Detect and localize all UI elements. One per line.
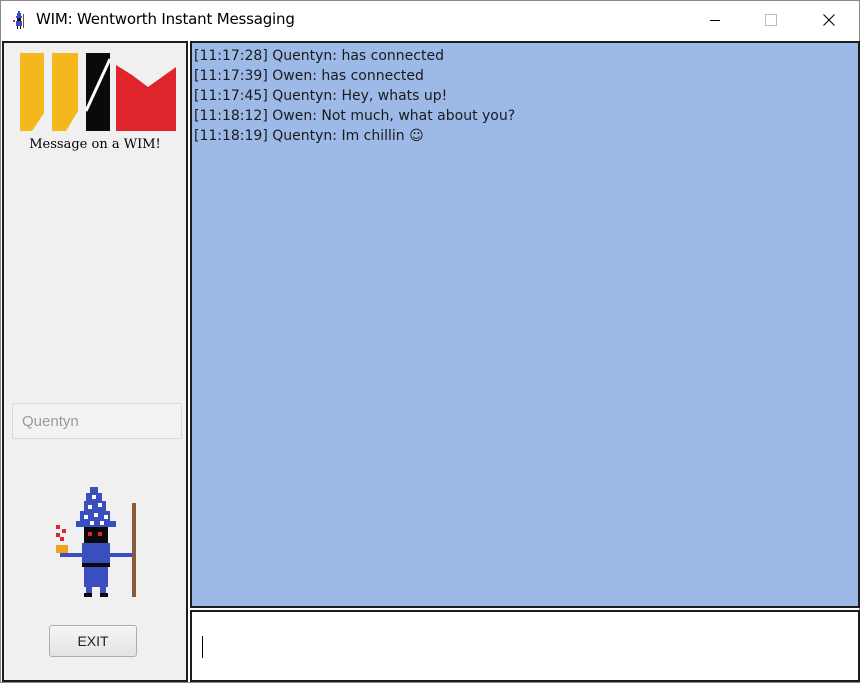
wizard-icon [56, 487, 136, 597]
title-bar[interactable]: WIM: Wentworth Instant Messaging [1, 1, 859, 39]
chat-message: [11:17:45] Quentyn: Hey, whats up! [194, 88, 448, 104]
sidebar-panel: Message on a WIM! Quentyn EXIT [2, 41, 188, 682]
tagline: Message on a WIM! [29, 137, 161, 152]
maximize-icon [765, 14, 777, 26]
window-title: WIM: Wentworth Instant Messaging [36, 10, 295, 28]
chat-message: [11:18:12] Owen: Not much, what about yo… [194, 108, 516, 124]
chat-log[interactable]: [11:17:28] Quentyn: has connected [11:17… [190, 41, 860, 608]
app-window: WIM: Wentworth Instant Messaging Message… [0, 0, 860, 683]
minimize-button[interactable] [686, 1, 744, 39]
wizard-app-icon [13, 11, 24, 29]
chat-message: [11:17:39] Owen: has connected [194, 68, 424, 84]
minimize-icon [710, 20, 720, 21]
exit-button[interactable]: EXIT [49, 625, 137, 657]
text-caret [202, 636, 203, 658]
close-button[interactable] [800, 1, 858, 39]
chat-message: [11:17:28] Quentyn: has connected [194, 48, 444, 64]
username-field[interactable]: Quentyn [12, 403, 182, 439]
chat-message: [11:18:19] Quentyn: Im chillin ☺ [194, 128, 424, 144]
message-input[interactable] [190, 610, 860, 682]
maximize-button[interactable] [742, 1, 800, 39]
wim-logo [20, 53, 176, 131]
close-icon [823, 14, 835, 26]
